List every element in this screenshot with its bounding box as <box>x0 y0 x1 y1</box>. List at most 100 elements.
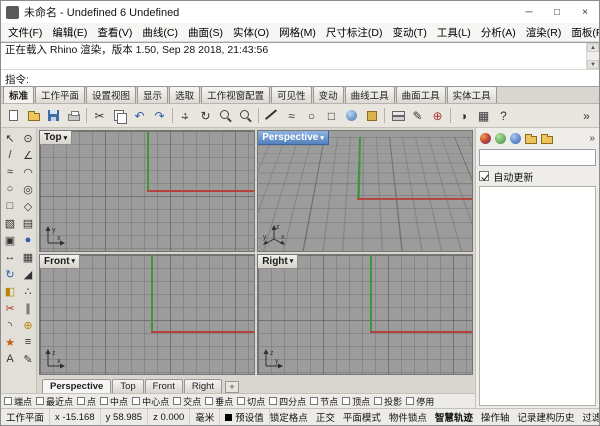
osnap-tangent[interactable]: 切点 <box>237 395 265 408</box>
tab-standard[interactable]: 标准 <box>3 86 34 103</box>
close-button[interactable]: × <box>571 1 599 23</box>
sidebar-tool-ellipse[interactable]: ◎ <box>20 181 36 197</box>
osnap-intersection[interactable]: 交点 <box>173 395 201 408</box>
sphere-button[interactable] <box>342 106 361 125</box>
toggle-osnap[interactable]: 物件锁点 <box>389 410 427 424</box>
line-button[interactable] <box>262 106 281 125</box>
maximize-button[interactable]: □ <box>543 1 571 23</box>
scroll-up-icon[interactable]: ▲ <box>587 43 599 52</box>
box-button[interactable] <box>362 106 381 125</box>
tab-select[interactable]: 选取 <box>169 86 200 103</box>
viewport-perspective[interactable]: Perspective ▾ z x <box>257 130 473 252</box>
osnap-center[interactable]: 中心点 <box>132 395 169 408</box>
textures-tab-icon[interactable] <box>510 133 521 144</box>
menu-file[interactable]: 文件(F) <box>3 24 47 41</box>
viewport-right-label[interactable]: Right ▾ <box>258 255 298 269</box>
annotate-button[interactable]: ✎ <box>408 106 427 125</box>
osnap-project[interactable]: 投影 <box>374 395 402 408</box>
print-button[interactable] <box>64 106 83 125</box>
zoom-extents-button[interactable] <box>236 106 255 125</box>
rectangle-button[interactable]: □ <box>322 106 341 125</box>
sidebar-tool-loft[interactable]: ▤ <box>20 215 36 231</box>
menu-render[interactable]: 渲染(R) <box>521 24 567 41</box>
redo-button[interactable]: ↷ <box>150 106 169 125</box>
layers-button[interactable] <box>388 106 407 125</box>
viewport-right[interactable]: Right ▾ z y <box>257 254 473 376</box>
tab-display[interactable]: 显示 <box>137 86 168 103</box>
save-button[interactable] <box>44 106 63 125</box>
osnap-point[interactable]: 点 <box>77 395 96 408</box>
sidebar-tool-split[interactable]: ∥ <box>20 300 36 316</box>
sidebar-tool-dimension[interactable]: ≡ <box>20 334 36 350</box>
tab-solid-tools[interactable]: 实体工具 <box>447 86 497 103</box>
rotate-view-button[interactable]: ↻ <box>196 106 215 125</box>
tab-curve-tools[interactable]: 曲线工具 <box>345 86 395 103</box>
osnap-vertex[interactable]: 顶点 <box>342 395 370 408</box>
menu-curve[interactable]: 曲线(C) <box>137 24 183 41</box>
undo-button[interactable]: ↶ <box>130 106 149 125</box>
new-viewport-button[interactable]: + <box>225 381 239 393</box>
command-prompt[interactable]: 指令: <box>1 70 599 86</box>
circle-button[interactable]: ○ <box>302 106 321 125</box>
panel-search-input[interactable] <box>479 149 596 166</box>
sidebar-tool-scale[interactable]: ◢ <box>20 266 36 282</box>
menu-solid[interactable]: 实体(O) <box>228 24 274 41</box>
minimize-button[interactable]: ─ <box>515 1 543 23</box>
menu-transform[interactable]: 变动(T) <box>388 24 432 41</box>
files-folder-icon[interactable] <box>541 136 553 144</box>
tab-set-view[interactable]: 设置视图 <box>86 86 136 103</box>
viewport-top[interactable]: Top ▾ y x <box>39 130 255 252</box>
curve-button[interactable]: ≈ <box>282 106 301 125</box>
library-folder-icon[interactable] <box>525 136 537 144</box>
snap-grid-button[interactable]: ▦ <box>474 106 493 125</box>
osnap-endpoint[interactable]: 端点 <box>4 395 32 408</box>
current-layer[interactable]: 预设值 <box>220 409 270 425</box>
sidebar-tool-text[interactable]: A <box>2 351 18 367</box>
more-panels-icon[interactable]: » <box>589 133 595 144</box>
sidebar-tool-select[interactable]: ↖ <box>2 130 18 146</box>
tab-transform[interactable]: 变动 <box>313 86 344 103</box>
sidebar-tool-array[interactable]: ∴ <box>20 283 36 299</box>
sidebar-tool-line[interactable]: / <box>2 147 18 163</box>
sidebar-tool-draft[interactable]: ✎ <box>20 351 36 367</box>
tab-cplanes[interactable]: 工作平面 <box>35 86 85 103</box>
scroll-down-icon[interactable]: ▼ <box>587 60 599 69</box>
cplane-selector[interactable]: 工作平面 <box>1 409 50 425</box>
viewport-front-label[interactable]: Front ▾ <box>40 255 80 269</box>
pan-view-button[interactable] <box>176 106 195 125</box>
sidebar-tool-box[interactable]: ▣ <box>2 232 18 248</box>
menu-tools[interactable]: 工具(L) <box>432 24 476 41</box>
osnap-midpoint[interactable]: 中点 <box>100 395 128 408</box>
sidebar-tool-surface[interactable]: ▧ <box>2 215 18 231</box>
help-button[interactable]: ? <box>494 106 513 125</box>
osnap-near[interactable]: 最近点 <box>36 395 73 408</box>
osnap-disable[interactable]: 停用 <box>406 395 434 408</box>
sidebar-tool-explode[interactable]: ★ <box>2 334 18 350</box>
sidebar-tool-curve[interactable]: ≈ <box>2 164 18 180</box>
sidebar-tool-sphere[interactable]: ● <box>20 232 36 248</box>
viewport-perspective-label[interactable]: Perspective ▾ <box>258 131 329 145</box>
command-history[interactable]: 正在载入 Rhino 渲染，版本 1.50, Sep 28 2018, 21:4… <box>1 43 599 70</box>
toggle-gumball[interactable]: 操作轴 <box>481 410 510 424</box>
sidebar-tool-circle[interactable]: ○ <box>2 181 18 197</box>
render-content-list[interactable] <box>479 186 596 406</box>
osnap-perpendicular[interactable]: 垂点 <box>205 395 233 408</box>
more-tools-button[interactable]: » <box>577 106 596 125</box>
menu-edit[interactable]: 编辑(E) <box>47 24 92 41</box>
menu-panels[interactable]: 面板(P) <box>566 24 600 41</box>
tab-surface-tools[interactable]: 曲面工具 <box>396 86 446 103</box>
tab-viewport-layout[interactable]: 工作视窗配置 <box>201 86 270 103</box>
tab-visibility[interactable]: 可见性 <box>271 86 312 103</box>
toggle-filter[interactable]: 过滤器 <box>582 410 600 424</box>
sidebar-tool-rectangle[interactable]: □ <box>2 198 18 214</box>
command-scrollbar[interactable]: ▲ ▼ <box>586 43 599 69</box>
visibility-button[interactable]: ◑ <box>454 106 473 125</box>
menu-view[interactable]: 查看(V) <box>92 24 137 41</box>
auto-update-checkbox[interactable]: 自动更新 <box>479 169 596 183</box>
copy-button[interactable] <box>110 106 129 125</box>
render-materials-tab-icon[interactable] <box>480 133 491 144</box>
toggle-smarttrack[interactable]: 智慧轨迹 <box>435 410 473 424</box>
menu-analyze[interactable]: 分析(A) <box>476 24 521 41</box>
toggle-ortho[interactable]: 正交 <box>316 410 335 424</box>
toggle-record-history[interactable]: 记录建构历史 <box>517 410 574 424</box>
